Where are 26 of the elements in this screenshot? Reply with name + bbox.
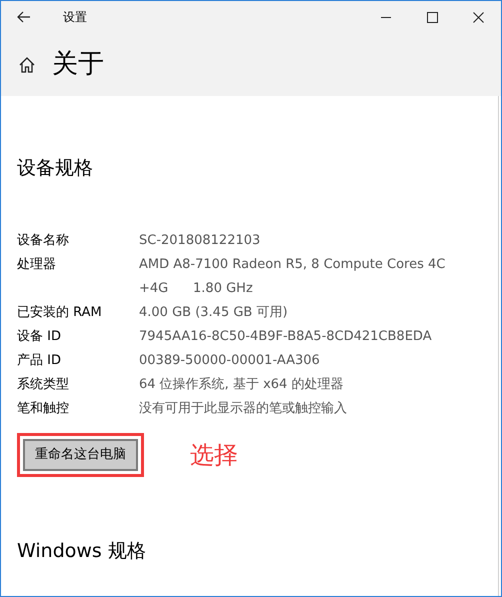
spec-label: 处理器 bbox=[17, 256, 57, 274]
annotation-text: 选择 bbox=[190, 440, 238, 470]
section-title: Windows 规格 bbox=[17, 538, 147, 564]
spec-value: 没有可用于此显示器的笔或触控输入 bbox=[139, 400, 347, 418]
spec-label: 已安装的 RAM bbox=[17, 304, 103, 322]
spec-value: AMD A8-7100 Radeon R5, 8 Compute Cores 4C bbox=[139, 256, 446, 274]
section-title: 设备规格 bbox=[17, 156, 94, 181]
spec-label: 产品 ID bbox=[17, 352, 62, 370]
window-title: 设置 bbox=[63, 9, 87, 26]
spec-label: 笔和触控 bbox=[17, 400, 70, 418]
rename-button[interactable]: 重命名这台电脑 bbox=[23, 438, 138, 470]
spec-label: 设备 ID bbox=[17, 328, 62, 346]
close-icon bbox=[472, 12, 484, 22]
page-title: 关于 bbox=[52, 48, 104, 81]
spec-value: 4.00 GB (3.45 GB 可用) bbox=[139, 304, 288, 322]
home-icon bbox=[18, 56, 36, 74]
spec-value: 64 位操作系统, 基于 x64 的处理器 bbox=[139, 376, 344, 394]
spec-label: 设备名称 bbox=[17, 232, 70, 250]
spec-label: 系统类型 bbox=[17, 376, 70, 394]
spec-value: 7945AA16-8C50-4B9F-B8A5-8CD421CB8EDA bbox=[139, 328, 432, 346]
back-arrow-icon bbox=[17, 11, 31, 23]
maximize-icon bbox=[426, 12, 438, 22]
spec-value: SC-201808122103 bbox=[139, 232, 260, 250]
spec-value: +4G 1.80 GHz bbox=[139, 280, 254, 298]
minimize-icon bbox=[381, 16, 391, 18]
spec-value: 00389-50000-00001-AA306 bbox=[139, 352, 320, 370]
